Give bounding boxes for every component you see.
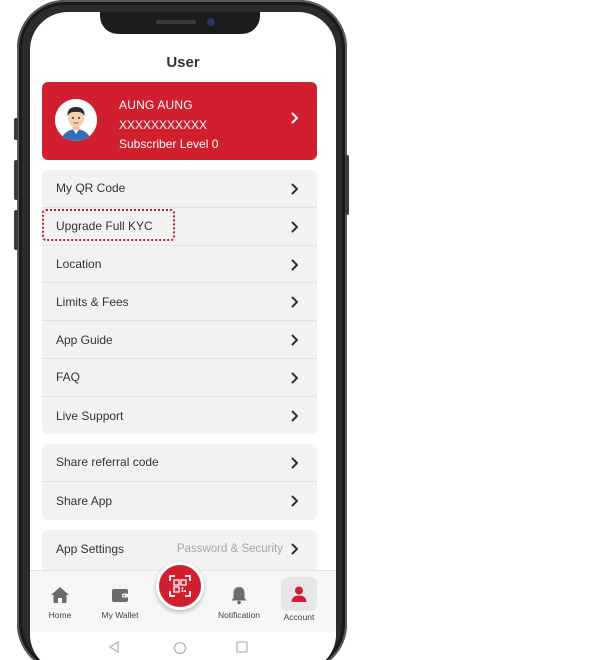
profile-phone: XXXXXXXXXXX [119,118,208,132]
front-camera [208,19,214,25]
menu-item-label: App Guide [56,332,113,347]
wallet-icon [112,589,128,602]
user-avatar-icon [55,99,97,141]
chevron-right-icon [291,334,298,346]
chevron-right-icon [291,495,298,507]
profile-level: Subscriber Level 0 [119,137,219,151]
nav-notification[interactable]: Notification [209,583,269,620]
nav-label: Home [48,610,72,620]
menu-item-label: Share App [56,493,113,508]
home-circle-icon[interactable] [173,641,187,655]
menu-item-label: Limits & Fees [56,294,129,309]
menu-item-share-referral[interactable]: Share referral code [42,444,317,482]
back-icon[interactable] [108,641,120,653]
app-screen: User AUNG AUNG XXXXXXXXXXX Subscriber Le… [30,12,336,660]
chevron-right-icon [291,543,298,555]
share-menu: Share referral code Share App [42,444,317,520]
menu-item-live-support[interactable]: Live Support [42,397,317,434]
phone-side-button [14,210,18,250]
chevron-right-icon [291,259,298,271]
nav-label: Notification [217,610,261,620]
chevron-right-icon [291,410,298,422]
menu-item-label: App Settings [56,541,125,556]
avatar [55,99,97,141]
qr-scan-icon [169,575,191,597]
menu-item-label: Upgrade Full KYC [56,219,153,234]
menu-item-location[interactable]: Location [42,246,317,284]
main-menu: My QR Code Upgrade Full KYC Location Lim… [42,170,317,434]
menu-item-share-app[interactable]: Share App [42,482,317,520]
chevron-right-icon [291,183,298,195]
scan-qr-button[interactable] [156,562,204,610]
account-icon [291,586,307,602]
menu-item-label: Location [56,256,102,271]
profile-card[interactable]: AUNG AUNG XXXXXXXXXXX Subscriber Level 0 [42,82,317,160]
profile-name: AUNG AUNG [119,98,193,112]
menu-item-limits-fees[interactable]: Limits & Fees [42,283,317,322]
menu-item-app-guide[interactable]: App Guide [42,321,317,359]
phone-side-button [345,155,349,215]
chevron-right-icon [291,296,298,308]
menu-item-label: Live Support [56,408,124,423]
chevron-right-icon [291,112,298,124]
menu-item-label: Share referral code [56,455,159,470]
recents-icon[interactable] [236,641,248,653]
menu-item-faq[interactable]: FAQ [42,359,317,397]
phone-side-button [14,160,18,200]
chevron-right-icon [291,457,298,469]
menu-item-sublabel: Password & Security [176,542,283,555]
menu-item-my-qr-code[interactable]: My QR Code [42,170,317,208]
menu-item-label: My QR Code [56,181,126,196]
menu-item-label: FAQ [56,370,81,385]
nav-label: My Wallet [101,610,139,620]
speaker-grille [156,20,196,24]
nav-label: Account [283,612,315,622]
bell-icon [231,587,247,605]
home-icon [51,587,69,603]
chevron-right-icon [291,221,298,233]
phone-notch [100,12,260,34]
phone-side-button [14,118,18,140]
nav-wallet[interactable]: My Wallet [90,583,150,620]
system-nav-bar [30,632,336,660]
nav-account[interactable]: Account [269,577,329,622]
chevron-right-icon [291,372,298,384]
nav-home[interactable]: Home [30,583,90,620]
menu-item-upgrade-kyc[interactable]: Upgrade Full KYC [42,208,317,246]
page-title: User [166,54,200,71]
